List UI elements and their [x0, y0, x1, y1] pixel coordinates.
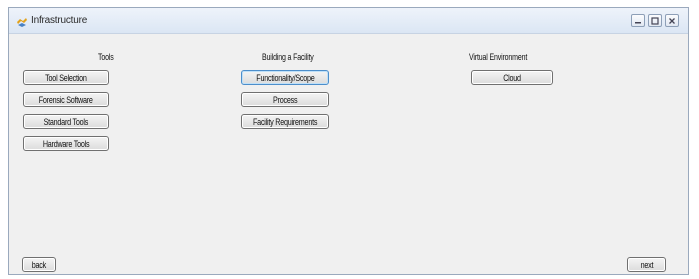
facility-requirements-label: Facility Requirements — [252, 116, 318, 127]
tool-selection-label: Tool Selection — [45, 72, 87, 83]
close-button[interactable] — [665, 14, 679, 27]
virtual-environment-heading: Virtual Environment — [469, 52, 528, 62]
minimize-icon — [635, 21, 641, 23]
standard-tools-button[interactable]: Standard Tools — [23, 114, 109, 129]
minimize-button[interactable] — [631, 14, 645, 27]
back-label: back — [31, 259, 47, 270]
process-button[interactable]: Process — [241, 92, 329, 107]
facility-requirements-button[interactable]: Facility Requirements — [241, 114, 329, 129]
close-icon — [669, 17, 675, 24]
app-icon — [16, 15, 28, 27]
tool-selection-button[interactable]: Tool Selection — [23, 70, 109, 85]
forensic-software-label: Forensic Software — [39, 94, 93, 105]
process-label: Process — [272, 94, 298, 105]
next-label: next — [640, 259, 653, 270]
title-bar: Infrastructure — [9, 8, 688, 34]
hardware-tools-button[interactable]: Hardware Tools — [23, 136, 109, 151]
maximize-button[interactable] — [648, 14, 662, 27]
facility-heading: Building a Facility — [262, 52, 314, 62]
cloud-button[interactable]: Cloud — [471, 70, 553, 85]
window-title: Infrastructure — [31, 15, 88, 26]
app-window: Infrastructure Tools Tool Selection Fore… — [8, 7, 689, 275]
tools-heading: Tools — [98, 52, 114, 62]
back-button[interactable]: back — [22, 257, 56, 272]
functionality-scope-button[interactable]: Functionality/Scope — [241, 70, 329, 85]
cloud-label: Cloud — [503, 72, 521, 83]
hardware-tools-label: Hardware Tools — [42, 138, 90, 149]
standard-tools-label: Standard Tools — [43, 116, 89, 127]
next-button[interactable]: next — [627, 257, 666, 272]
forensic-software-button[interactable]: Forensic Software — [23, 92, 109, 107]
functionality-scope-label: Functionality/Scope — [255, 72, 315, 83]
maximize-icon — [651, 16, 659, 25]
